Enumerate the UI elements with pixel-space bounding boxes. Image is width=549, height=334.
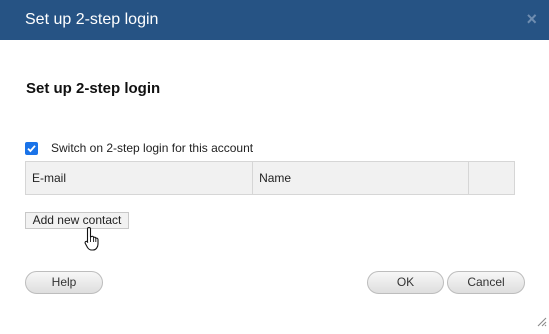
close-icon[interactable]: × (526, 9, 537, 30)
column-header-name: Name (253, 162, 470, 194)
hand-pointer-icon (84, 226, 102, 257)
column-header-email: E-mail (26, 162, 254, 194)
page-title: Set up 2-step login (26, 80, 161, 97)
dialog-titlebar: Set up 2-step login × (0, 0, 549, 40)
column-header-actions (469, 162, 514, 194)
resize-grip-icon[interactable] (535, 314, 547, 332)
ok-button[interactable]: OK (367, 271, 444, 294)
cancel-button[interactable]: Cancel (447, 271, 525, 294)
switch-2step-label: Switch on 2-step login for this account (51, 141, 254, 155)
add-new-contact-button[interactable]: Add new contact (25, 212, 129, 229)
switch-2step-checkbox[interactable] (25, 141, 38, 155)
dialog-title: Set up 2-step login (25, 11, 159, 28)
switch-2step-row[interactable]: Switch on 2-step login for this account (25, 139, 253, 157)
help-button[interactable]: Help (25, 271, 103, 294)
contacts-table: E-mail Name (25, 161, 515, 195)
